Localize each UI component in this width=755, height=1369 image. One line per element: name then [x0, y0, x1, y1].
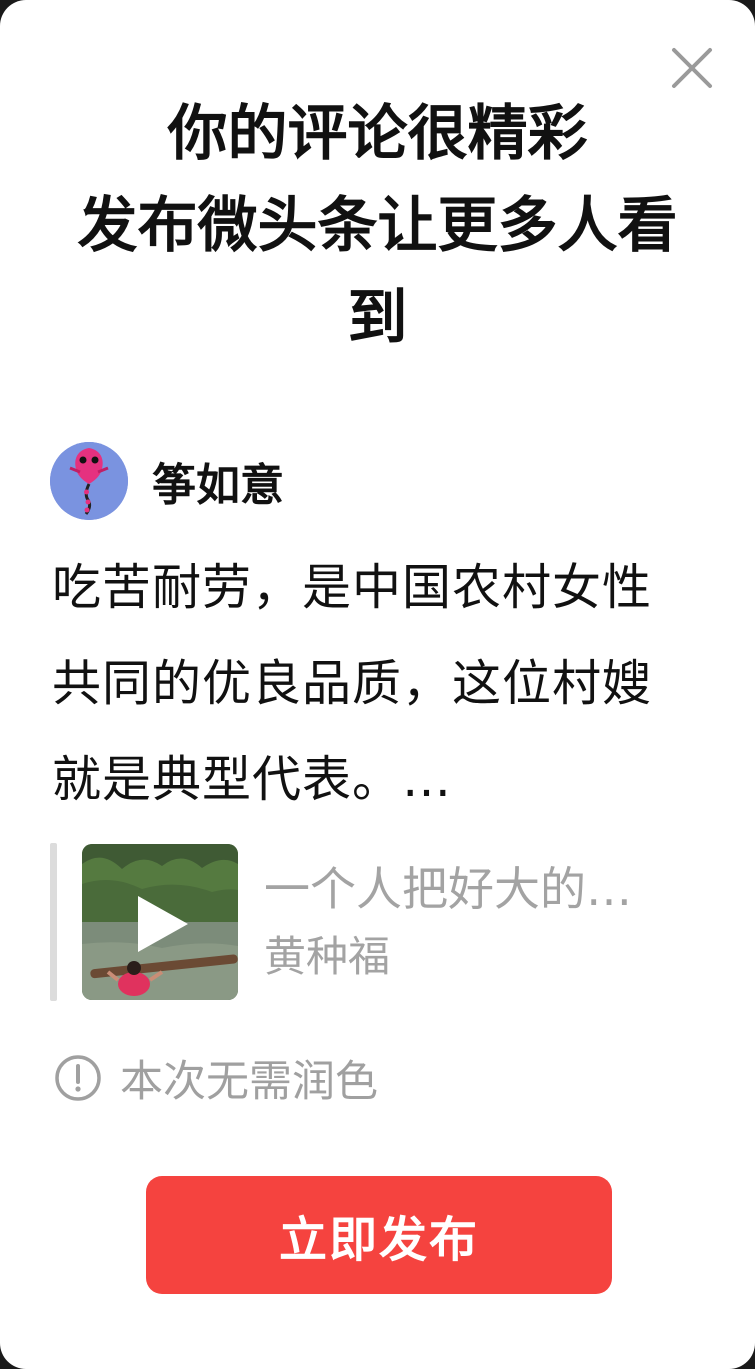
- author-row: 筝如意: [50, 442, 284, 520]
- publish-dialog: 你的评论很精彩 发布微头条让更多人看 到 筝如意 吃苦耐劳，是中国农村女性共同的…: [0, 0, 755, 1369]
- comment-text: 吃苦耐劳，是中国农村女性共同的优良品质，这位村嫂就是典型代表。…: [52, 559, 653, 808]
- kite-avatar-icon: [50, 442, 128, 520]
- video-thumbnail[interactable]: [82, 844, 238, 1000]
- quote-bar: [50, 843, 57, 1001]
- quoted-post-card[interactable]: 一个人把好大的… 黄种福: [50, 843, 715, 1001]
- close-icon: [672, 48, 712, 88]
- author-name: 筝如意: [152, 460, 284, 511]
- quoted-post-text: 一个人把好大的… 黄种福: [264, 857, 704, 987]
- dialog-title-line-2: 发布微头条让更多人看: [77, 191, 678, 261]
- quoted-post-title: 一个人把好大的…: [264, 862, 632, 916]
- dialog-title: 你的评论很精彩 发布微头条让更多人看 到: [40, 88, 715, 364]
- quoted-post-author: 黄种福: [264, 932, 391, 981]
- close-button[interactable]: [668, 44, 716, 92]
- info-icon: [55, 1055, 101, 1101]
- polish-note-text: 本次无需润色: [120, 1057, 378, 1107]
- polish-note: 本次无需润色: [54, 1050, 378, 1107]
- publish-button[interactable]: 立即发布: [146, 1176, 612, 1294]
- avatar: [50, 442, 128, 520]
- dialog-title-line-1: 你的评论很精彩: [167, 99, 588, 169]
- dialog-title-line-3: 到: [347, 283, 408, 353]
- play-icon: [138, 896, 188, 952]
